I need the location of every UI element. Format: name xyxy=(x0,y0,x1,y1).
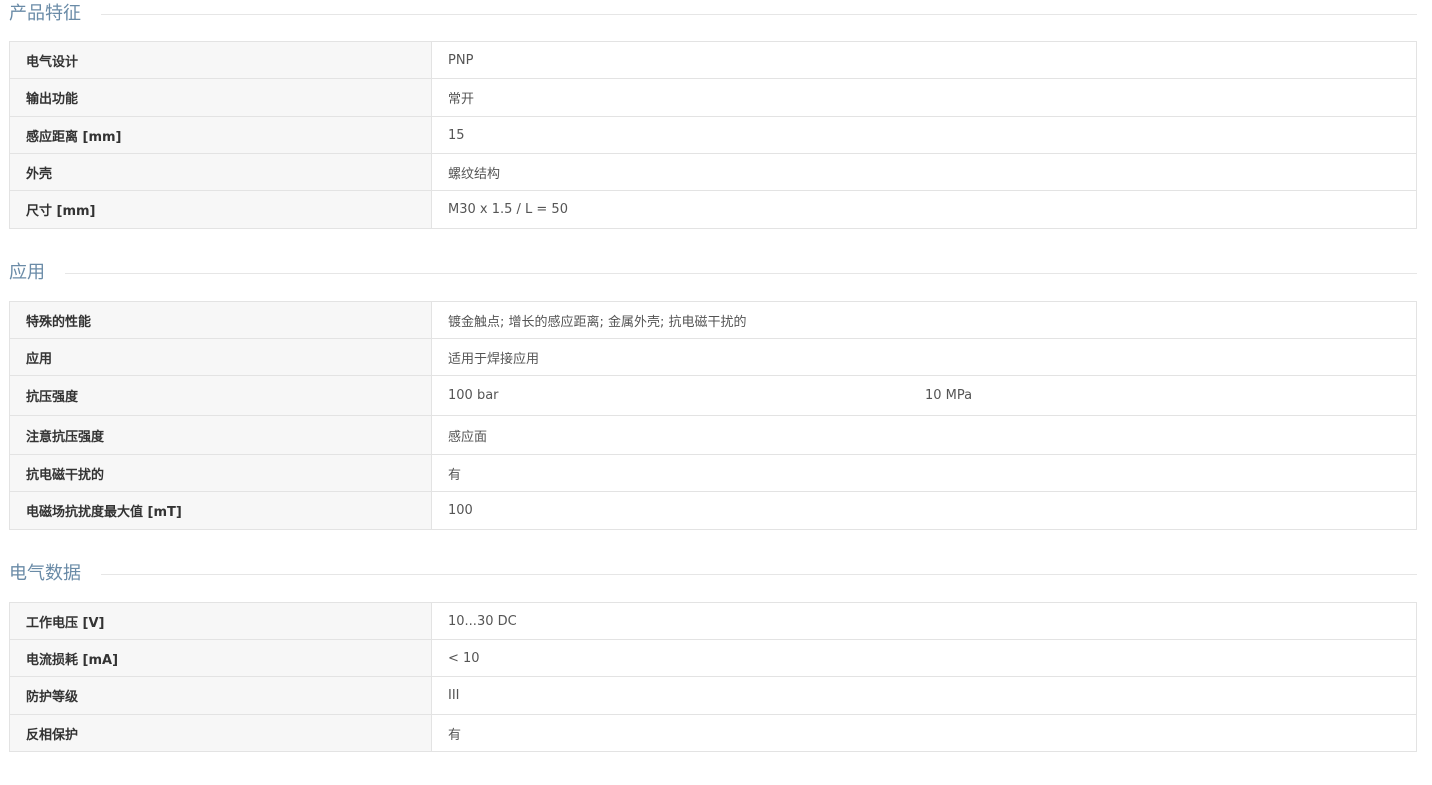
table-row: 应用 适用于焊接应用 xyxy=(9,338,1417,376)
row-value: 有 xyxy=(431,454,1417,492)
row-value: 常开 xyxy=(431,78,1417,117)
row-value: < 10 xyxy=(431,639,1417,677)
row-label: 输出功能 xyxy=(9,78,432,117)
table-row: 特殊的性能 镀金触点; 增长的感应距离; 金属外壳; 抗电磁干扰的 xyxy=(9,301,1417,339)
row-label: 注意抗压强度 xyxy=(9,415,432,455)
table-row: 抗电磁干扰的 有 xyxy=(9,454,1417,492)
table-row: 电气设计 PNP xyxy=(9,41,1417,79)
spec-table-electrical: 工作电压 [V] 10...30 DC 电流损耗 [mA] < 10 防护等级 … xyxy=(9,602,1417,752)
row-value: 螺纹结构 xyxy=(431,153,1417,191)
row-label: 抗压强度 xyxy=(9,375,432,416)
section-title: 产品特征 xyxy=(9,3,81,24)
row-value: 适用于焊接应用 xyxy=(431,338,1417,376)
row-value-pair: 100 bar 10 MPa xyxy=(431,375,1417,416)
row-value: III xyxy=(431,676,1417,715)
row-value: 感应面 xyxy=(431,415,1417,455)
row-label: 应用 xyxy=(9,338,432,376)
row-label: 外壳 xyxy=(9,153,432,191)
row-label: 尺寸 [mm] xyxy=(9,190,432,229)
section-header-features: 产品特征 xyxy=(9,2,1417,26)
row-label: 反相保护 xyxy=(9,714,432,752)
section-title: 应用 xyxy=(9,262,45,283)
table-row: 工作电压 [V] 10...30 DC xyxy=(9,602,1417,640)
table-row: 电流损耗 [mA] < 10 xyxy=(9,639,1417,677)
section-title: 电气数据 xyxy=(9,563,81,584)
section-header-application: 应用 xyxy=(9,261,1417,285)
spec-page: 产品特征 电气设计 PNP 输出功能 常开 感应距离 [mm] 15 外壳 螺纹… xyxy=(0,0,1432,785)
row-label: 电气设计 xyxy=(9,41,432,79)
row-label: 防护等级 xyxy=(9,676,432,715)
spec-table-application: 特殊的性能 镀金触点; 增长的感应距离; 金属外壳; 抗电磁干扰的 应用 适用于… xyxy=(9,301,1417,530)
row-value: 10...30 DC xyxy=(431,602,1417,640)
value-mpa: 10 MPa xyxy=(925,388,973,403)
table-row: 感应距离 [mm] 15 xyxy=(9,116,1417,154)
table-row: 抗压强度 100 bar 10 MPa xyxy=(9,375,1417,416)
table-row: 外壳 螺纹结构 xyxy=(9,153,1417,191)
row-value: M30 x 1.5 / L = 50 xyxy=(431,190,1417,229)
row-label: 感应距离 [mm] xyxy=(9,116,432,154)
row-value: 15 xyxy=(431,116,1417,154)
table-row: 反相保护 有 xyxy=(9,714,1417,752)
section-header-electrical: 电气数据 xyxy=(9,562,1417,586)
section-divider xyxy=(101,573,1417,575)
row-label: 工作电压 [V] xyxy=(9,602,432,640)
row-label: 电磁场抗扰度最大值 [mT] xyxy=(9,491,432,530)
section-divider xyxy=(65,272,1417,274)
row-value: 有 xyxy=(431,714,1417,752)
table-row: 注意抗压强度 感应面 xyxy=(9,415,1417,455)
section-divider xyxy=(101,13,1417,15)
row-label: 电流损耗 [mA] xyxy=(9,639,432,677)
row-label: 特殊的性能 xyxy=(9,301,432,339)
table-row: 电磁场抗扰度最大值 [mT] 100 xyxy=(9,491,1417,530)
row-value: PNP xyxy=(431,41,1417,79)
table-row: 输出功能 常开 xyxy=(9,78,1417,117)
row-value: 100 xyxy=(431,491,1417,530)
spec-table-features: 电气设计 PNP 输出功能 常开 感应距离 [mm] 15 外壳 螺纹结构 尺寸… xyxy=(9,41,1417,229)
value-bar: 100 bar xyxy=(448,388,499,403)
table-row: 尺寸 [mm] M30 x 1.5 / L = 50 xyxy=(9,190,1417,229)
row-value: 镀金触点; 增长的感应距离; 金属外壳; 抗电磁干扰的 xyxy=(431,301,1417,339)
table-row: 防护等级 III xyxy=(9,676,1417,715)
row-label: 抗电磁干扰的 xyxy=(9,454,432,492)
value-pair: 100 bar 10 MPa xyxy=(448,388,1416,403)
